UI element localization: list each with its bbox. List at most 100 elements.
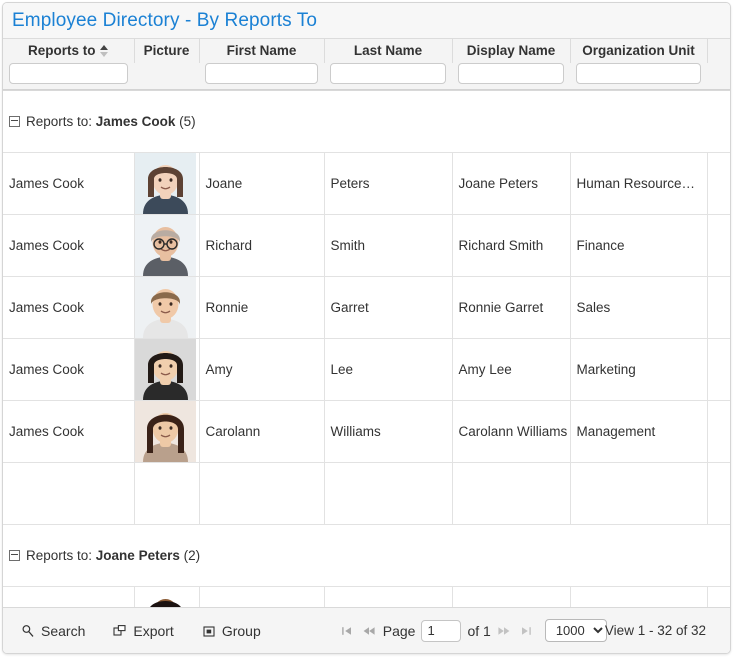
- cell-picture: [134, 214, 200, 277]
- group-spacer-cell: [707, 462, 730, 525]
- older-man-glasses-avatar: [134, 215, 196, 276]
- cell-reports-to: James Cook: [3, 152, 135, 215]
- table-row[interactable]: James Cook Joane Peters Joane Peters Human R…: [3, 152, 730, 215]
- filter-input-display-name[interactable]: [458, 63, 564, 84]
- group-header-cell: Reports to: James Cook (5): [3, 90, 730, 153]
- cell-first-name: Rachel: [199, 586, 325, 607]
- man-short-hair-avatar: [134, 277, 196, 338]
- cell-gutter: [707, 338, 730, 401]
- cell-gutter: [707, 152, 730, 215]
- column-header-organization-unit-label-wrap: Organization Unit: [571, 39, 707, 63]
- cell-reports-to: James Cook: [3, 400, 135, 463]
- cell-display-name: Joane Peters: [452, 152, 571, 215]
- cell-last-name: Smith: [324, 214, 453, 277]
- grid-header-table: Reports to Picture First Name Last Name …: [3, 39, 730, 89]
- filter-input-reports-to[interactable]: [9, 63, 128, 84]
- group-prefix-label: Reports to:: [26, 114, 93, 129]
- group-spacer-cell: [324, 462, 453, 525]
- group-spacer-row: [3, 462, 730, 525]
- export-button[interactable]: Export: [113, 622, 174, 639]
- table-row[interactable]: James Cook Amy Lee Amy Lee Marketing: [3, 338, 730, 401]
- group-collapse-icon[interactable]: [9, 115, 20, 127]
- export-button-label: Export: [133, 622, 174, 639]
- cell-first-name: Joane: [199, 152, 325, 215]
- grid-body-table: Reports to: James Cook (5) James Cook Joan…: [3, 90, 730, 607]
- column-header-picture[interactable]: Picture: [134, 39, 200, 63]
- filter-cell-display-name: [452, 63, 570, 89]
- group-count-label: (2): [183, 548, 201, 563]
- cell-first-name: Ronnie: [199, 276, 325, 339]
- cell-organization-unit: Marketing: [570, 338, 708, 401]
- cell-organization-unit: Sales: [570, 276, 708, 339]
- table-row[interactable]: James Cook Richard Smith Richard Smith Finan…: [3, 214, 730, 277]
- group-header-row[interactable]: Reports to: Joane Peters (2): [3, 524, 730, 587]
- cell-display-name: Ronnie Garret: [452, 276, 571, 339]
- search-button[interactable]: Search: [21, 623, 85, 639]
- group-collapse-icon[interactable]: [9, 549, 20, 561]
- employee-directory-window: Employee Directory - By Reports To Repor…: [0, 0, 737, 659]
- page-label: Page: [382, 622, 416, 639]
- group-spacer-cell: [452, 462, 571, 525]
- cell-gutter: [707, 276, 730, 339]
- filter-cell-gutter: [707, 63, 730, 89]
- woman-long-dark-hair-avatar: [134, 401, 196, 462]
- column-header-first-name-label-wrap: First Name: [200, 39, 324, 63]
- cell-organization-unit: Finance: [570, 214, 708, 277]
- column-header-last-name[interactable]: Last Name: [324, 39, 453, 63]
- page-number-input[interactable]: [421, 619, 462, 642]
- grid-header: Reports to Picture First Name Last Name …: [3, 39, 730, 90]
- search-icon: [21, 624, 35, 638]
- column-header-scroll-gutter: [707, 39, 730, 63]
- filter-cell-reports-to: [3, 63, 134, 89]
- table-row[interactable]: James Cook Carolann Williams Carolann Willi…: [3, 400, 730, 463]
- grid-body[interactable]: Reports to: James Cook (5) James Cook Joan…: [3, 90, 730, 607]
- table-row[interactable]: James Cook Ronnie Garret Ronnie Garret Sales: [3, 276, 730, 339]
- filter-input-last-name[interactable]: [330, 63, 446, 84]
- column-header-first-name[interactable]: First Name: [199, 39, 325, 63]
- cell-reports-to: Joane Peters: [3, 586, 135, 607]
- column-header-display-name-label: Display Name: [466, 43, 556, 58]
- column-filter-row: [3, 63, 730, 89]
- filter-input-organization-unit[interactable]: [576, 63, 701, 84]
- filter-cell-first-name: [199, 63, 324, 89]
- cell-first-name: Amy: [199, 338, 325, 401]
- cell-display-name: Amy Lee: [452, 338, 571, 401]
- column-header-organization-unit-label: Organization Unit: [582, 43, 695, 58]
- group-header-row[interactable]: Reports to: James Cook (5): [3, 90, 730, 153]
- cell-reports-to: James Cook: [3, 338, 135, 401]
- group-prefix-label: Reports to:: [26, 548, 93, 563]
- group-spacer-cell: [134, 462, 200, 525]
- cell-first-name: Richard: [199, 214, 325, 277]
- group-spacer-cell: [570, 462, 708, 525]
- column-header-display-name[interactable]: Display Name: [452, 39, 571, 63]
- group-button-label: Group: [221, 622, 261, 639]
- grid-footer-toolbar: Search Export Group Page 1 of 1 1000 Vie…: [3, 607, 730, 653]
- cell-picture: [134, 338, 200, 401]
- cell-reports-to: James Cook: [3, 214, 135, 277]
- page-size-select[interactable]: 1000: [544, 619, 607, 642]
- page-of-label: of 1: [467, 622, 491, 639]
- column-header-last-name-label: Last Name: [353, 43, 423, 58]
- next-page-icon[interactable]: [497, 624, 512, 638]
- table-row[interactable]: Joane Peters RachelLawnRachel LawnHuman R…: [3, 586, 730, 607]
- filter-input-first-name[interactable]: [205, 63, 318, 84]
- sort-both-icon[interactable]: [99, 44, 109, 57]
- search-button-label: Search: [41, 622, 86, 639]
- last-page-icon[interactable]: [518, 624, 533, 638]
- cell-display-name: Carolann Williams: [452, 400, 571, 463]
- column-header-reports-to[interactable]: Reports to: [3, 39, 135, 63]
- group-button[interactable]: Group: [202, 623, 261, 639]
- cell-organization-unit: Human Resource…: [570, 586, 708, 607]
- column-header-row: Reports to Picture First Name Last Name …: [3, 39, 730, 63]
- cell-display-name: Rachel Lawn: [452, 586, 571, 607]
- column-header-picture-label: Picture: [143, 43, 190, 58]
- first-page-icon[interactable]: [341, 624, 356, 638]
- cell-picture: [134, 152, 200, 215]
- column-header-picture-label-wrap: Picture: [135, 39, 199, 63]
- previous-page-icon[interactable]: [362, 624, 377, 638]
- cell-picture: [134, 400, 200, 463]
- group-header-cell: Reports to: Joane Peters (2): [3, 524, 730, 587]
- column-header-last-name-label-wrap: Last Name: [325, 39, 452, 63]
- cell-organization-unit: Human Resource…: [570, 152, 708, 215]
- column-header-organization-unit[interactable]: Organization Unit: [570, 39, 708, 63]
